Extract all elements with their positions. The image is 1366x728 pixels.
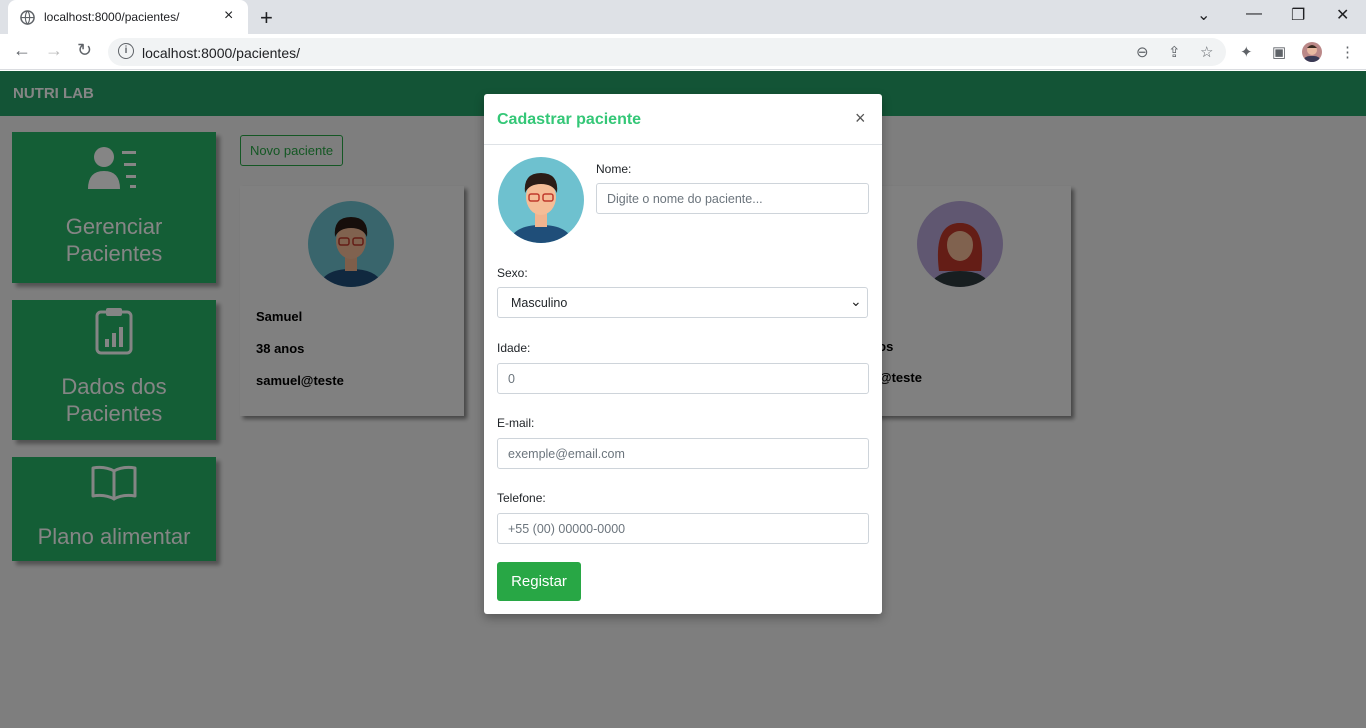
browser-tab-bar: localhost:8000/pacientes/ × + ⌄ — ❐ ✕ [0,0,1366,34]
restore-icon[interactable]: ❐ [1291,5,1305,25]
browser-toolbar: ← → ↻ i localhost:8000/pacientes/ ⊖ ⇪ ☆ … [0,34,1366,70]
forward-icon[interactable]: → [45,40,63,61]
modal-header: Cadastrar paciente × [484,94,882,145]
name-input[interactable] [596,183,869,214]
tab-title: localhost:8000/pacientes/ [44,10,180,24]
age-input[interactable] [497,363,869,394]
close-icon[interactable]: × [855,108,866,129]
bookmark-star-icon[interactable]: ☆ [1200,43,1213,61]
name-label: Nome: [596,162,632,176]
menu-kebab-icon[interactable]: ⋮ [1340,43,1355,61]
sex-select[interactable]: Masculino ⌄ [497,287,868,318]
email-field[interactable] [497,438,869,469]
avatar [498,157,584,243]
reload-icon[interactable]: ↻ [77,40,92,61]
chevron-down-icon: ⌄ [850,293,862,309]
phone-label: Telefone: [497,491,546,505]
site-info-icon[interactable]: i [118,43,134,59]
register-patient-modal: Cadastrar paciente × Nome: Sexo: Masculi… [484,94,882,614]
minimize-icon[interactable]: — [1246,5,1262,23]
new-tab-button[interactable]: + [260,5,273,31]
globe-icon [20,10,35,25]
phone-field[interactable] [497,513,869,544]
share-icon[interactable]: ⇪ [1168,43,1181,61]
sex-label: Sexo: [497,266,528,280]
modal-title: Cadastrar paciente [497,111,642,128]
profile-avatar[interactable] [1302,42,1322,62]
side-panel-icon[interactable]: ▣ [1272,43,1286,61]
tab-search-chevron-icon[interactable]: ⌄ [1197,5,1210,25]
browser-tab[interactable]: localhost:8000/pacientes/ × [8,0,248,34]
back-icon[interactable]: ← [13,40,31,61]
extensions-icon[interactable]: ✦ [1240,43,1253,61]
age-label: Idade: [497,341,531,355]
window-close-icon[interactable]: ✕ [1336,5,1349,25]
zoom-icon[interactable]: ⊖ [1136,43,1149,61]
address-bar[interactable]: i localhost:8000/pacientes/ [108,38,1226,66]
tab-close-icon[interactable]: × [224,7,233,25]
page-content: NUTRI LAB Gerenciar Pacientes Dados dos … [0,71,1366,728]
sex-select-value: Masculino [511,296,568,310]
register-button[interactable]: Registar [497,562,581,601]
email-label: E-mail: [497,416,535,430]
url-text: localhost:8000/pacientes/ [142,45,300,61]
